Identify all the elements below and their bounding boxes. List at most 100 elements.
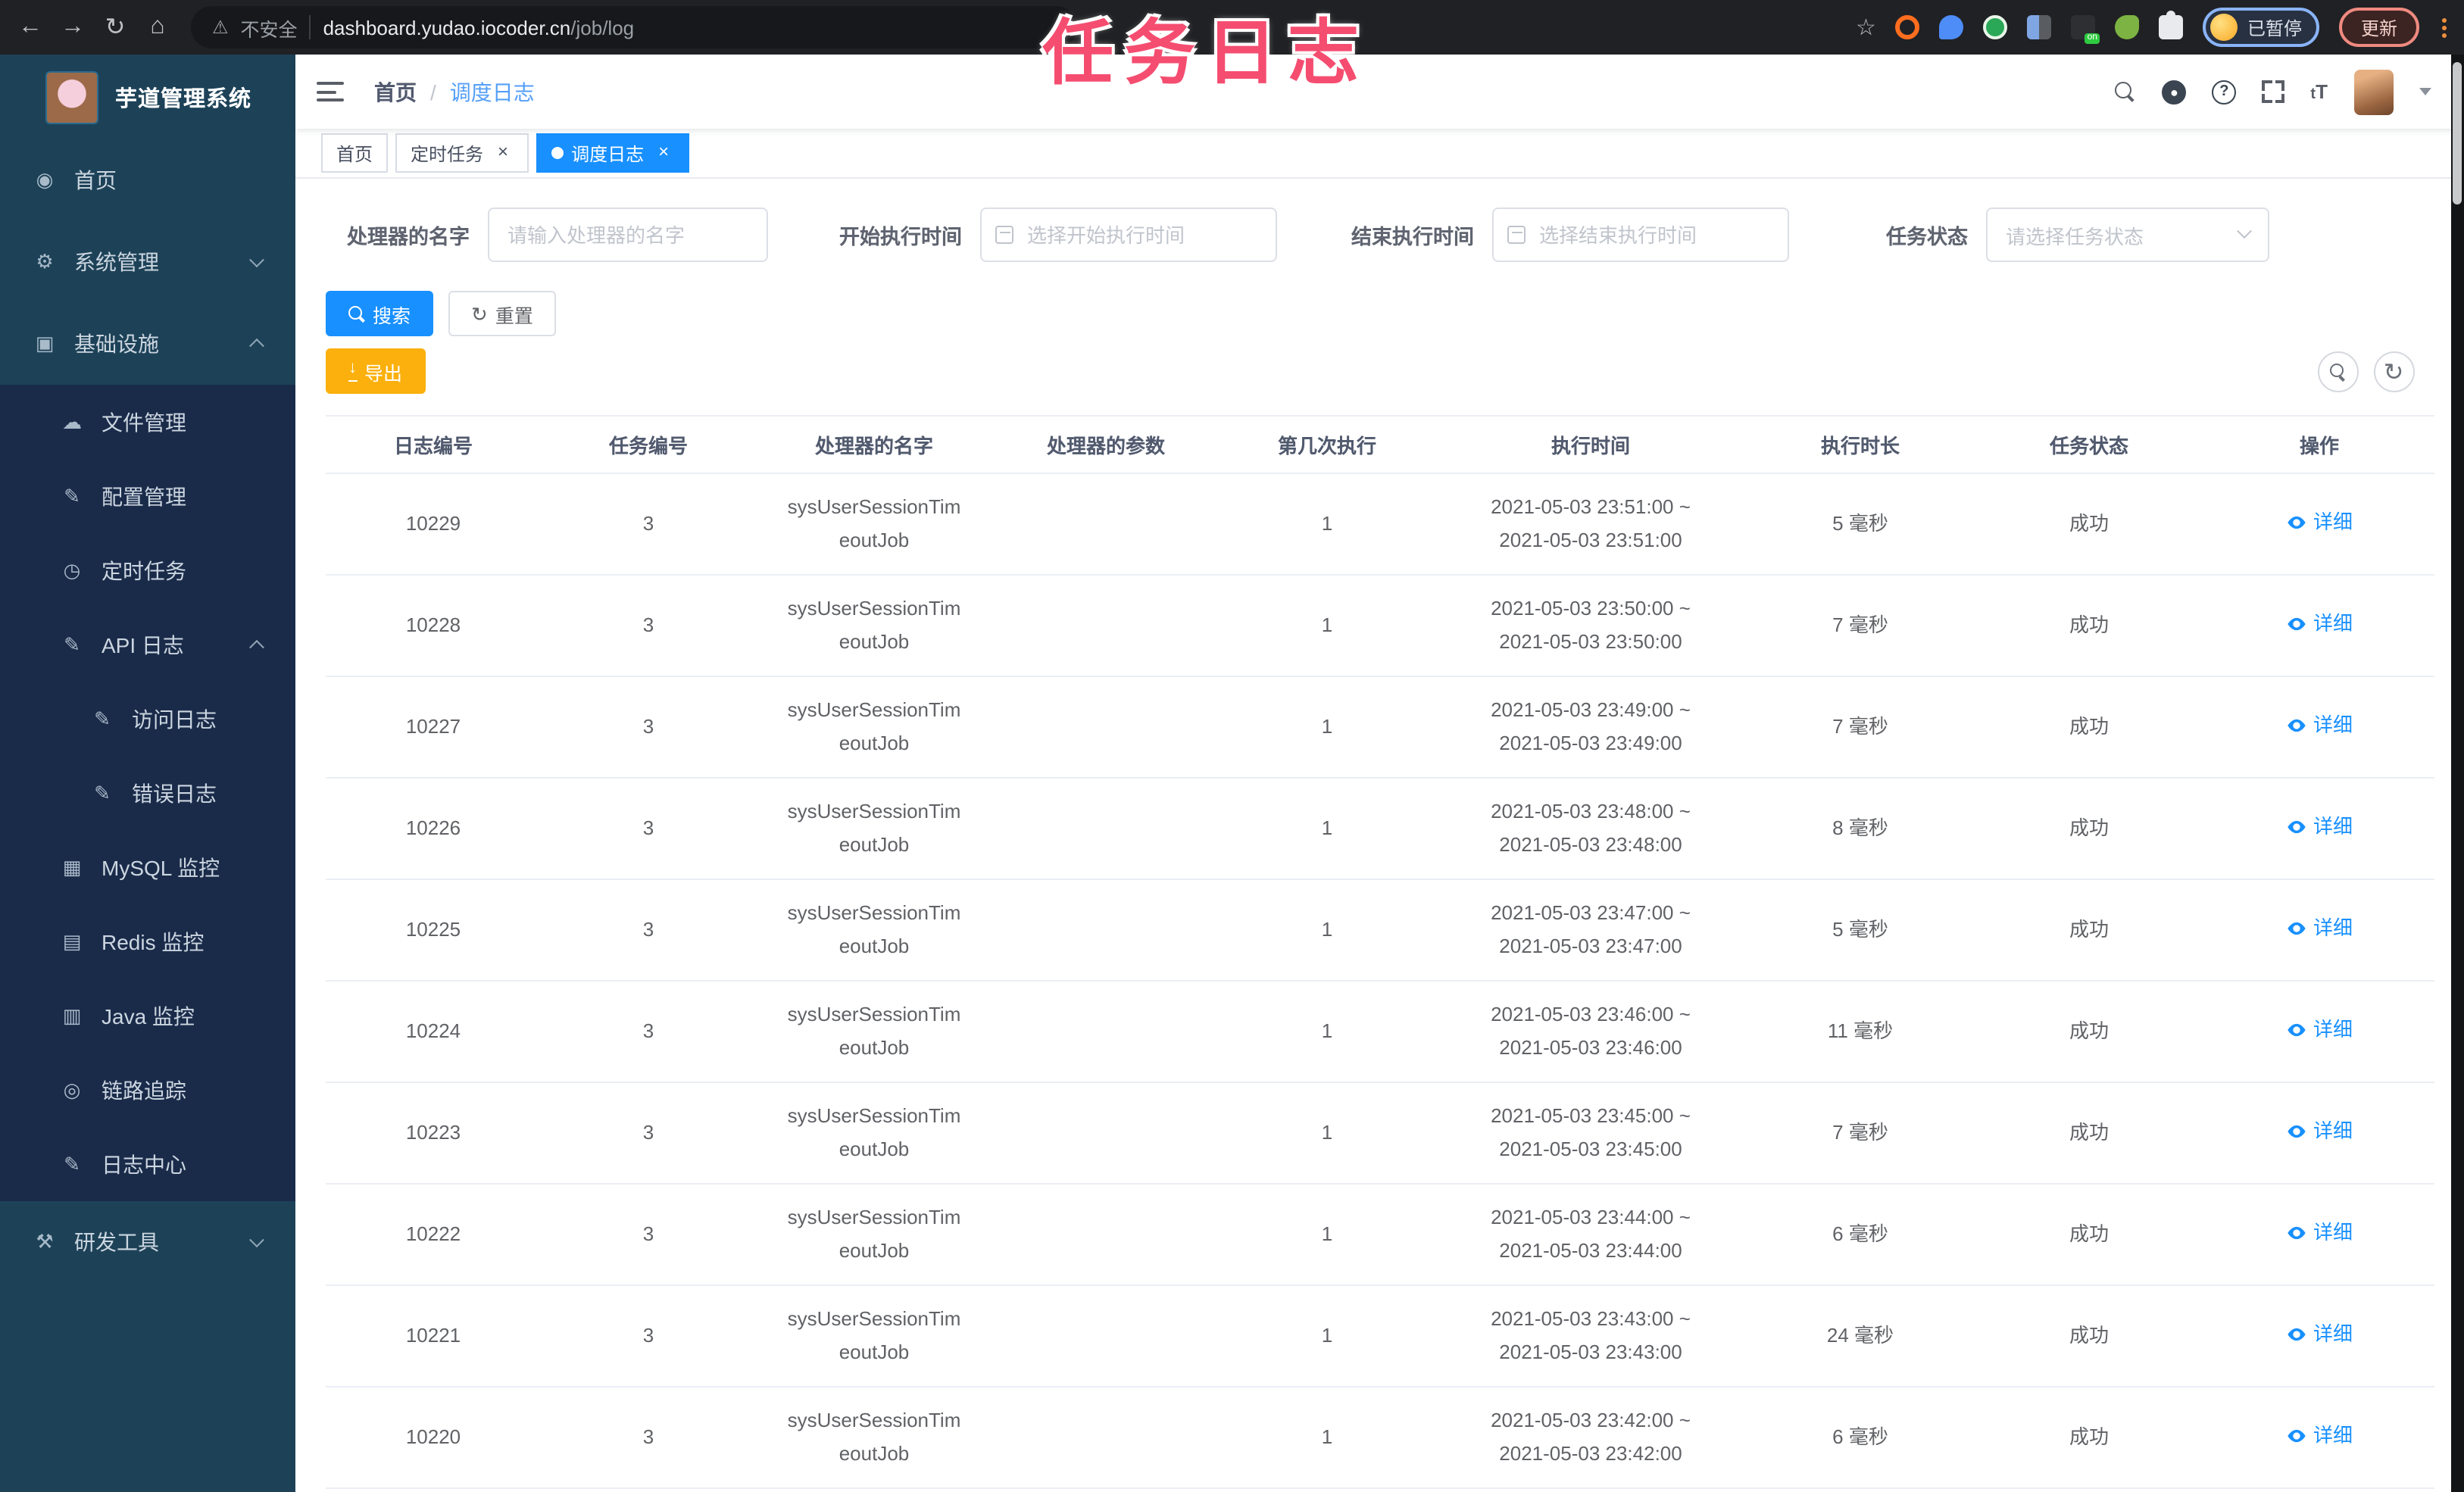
filter-actions: 搜索 ↻ 重置 <box>295 291 2464 336</box>
calendar-icon <box>1507 226 1526 244</box>
scrollbar-track[interactable] <box>2450 55 2464 1492</box>
cell-exec-index: 1 <box>1220 879 1435 982</box>
avatar-caret-icon[interactable] <box>2419 88 2431 95</box>
tab-1[interactable]: 定时任务 × <box>395 133 529 173</box>
monitor-icon: ▣ <box>35 332 55 354</box>
sidebar-item-11[interactable]: ▥ Java 监控 <box>0 979 295 1053</box>
search-icon[interactable] <box>2115 81 2136 102</box>
detail-link-label: 详细 <box>2313 510 2353 533</box>
refresh-icon: ↻ <box>471 302 488 325</box>
cell-actions: 详细 <box>2204 575 2434 677</box>
close-icon[interactable]: × <box>492 142 514 164</box>
detail-link[interactable]: 详细 <box>2286 1115 2353 1148</box>
scrollbar-thumb[interactable] <box>2453 62 2462 204</box>
tab-0[interactable]: 首页 <box>321 133 389 173</box>
sidebar-item-0[interactable]: ◉ 首页 <box>0 139 295 221</box>
sidebar-item-13[interactable]: ✎ 日志中心 <box>0 1127 295 1201</box>
cell-log-id: 10228 <box>326 575 541 677</box>
toolbar-row: ↓ 导出 ↻ <box>295 348 2464 400</box>
end-time-input[interactable] <box>1492 208 1789 262</box>
chrome-menu-icon[interactable] <box>2438 11 2449 43</box>
extensions-puzzle-icon[interactable] <box>2159 11 2184 39</box>
extension-green-circle-icon[interactable] <box>1983 15 2008 39</box>
fullscreen-icon[interactable] <box>2262 80 2285 103</box>
detail-link[interactable]: 详细 <box>2286 709 2353 742</box>
sidebar-item-14[interactable]: ⚒ 研发工具 <box>0 1201 295 1283</box>
tab-2[interactable]: 调度日志 × <box>536 133 690 173</box>
forward-icon[interactable]: → <box>52 6 94 48</box>
cell-log-id: 10224 <box>326 981 541 1083</box>
export-button[interactable]: ↓ 导出 <box>326 348 426 394</box>
cell-task-id: 3 <box>541 473 756 576</box>
sidebar-item-2[interactable]: ▣ 基础设施 <box>0 303 295 385</box>
sidebar-item-6[interactable]: ✎ API 日志 <box>0 607 295 682</box>
page-content: 处理器的名字 开始执行时间 结束执行时间 <box>295 179 2464 1492</box>
toggle-search-button[interactable] <box>2317 351 2358 392</box>
github-icon[interactable]: ● <box>2162 80 2187 104</box>
sidebar-item-9[interactable]: ▦ MySQL 监控 <box>0 830 295 904</box>
back-icon[interactable]: ← <box>9 6 52 48</box>
sidebar-item-8[interactable]: ✎ 错误日志 <box>0 756 295 830</box>
start-time-label: 开始执行时间 <box>839 226 962 248</box>
font-size-icon[interactable]: tT <box>2310 80 2328 103</box>
sidebar-item-3[interactable]: ☁ 文件管理 <box>0 385 295 459</box>
cell-handler: sysUserSessionTim eoutJob <box>756 778 992 880</box>
sidebar: 芋道管理系统 ◉ 首页 ⚙ 系统管理 ▣ 基础设施 ☁ 文件管理 ✎ 配置管理 ◷ 定时任务 ✎ API … <box>0 55 295 1492</box>
end-time-label: 结束执行时间 <box>1351 226 1474 248</box>
filter-handler-name: 处理器的名字 <box>326 208 768 262</box>
search-button[interactable]: 搜索 <box>326 291 434 336</box>
download-icon: ↓ <box>348 360 357 382</box>
detail-link[interactable]: 详细 <box>2286 1318 2353 1351</box>
sidebar-item-10[interactable]: ▤ Redis 监控 <box>0 904 295 979</box>
sidebar-item-5[interactable]: ◷ 定时任务 <box>0 533 295 607</box>
help-icon[interactable]: ? <box>2212 80 2237 104</box>
cell-log-id: 10223 <box>326 1082 541 1185</box>
table-row: 10227 3 sysUserSessionTim eoutJob 1 2021-05-… <box>326 676 2434 779</box>
cell-handler: sysUserSessionTim eoutJob <box>756 981 992 1083</box>
reset-button[interactable]: ↻ 重置 <box>448 291 556 336</box>
active-tab-dot <box>551 147 564 159</box>
cell-param <box>992 575 1220 677</box>
chrome-update-button[interactable]: 更新 <box>2339 8 2419 47</box>
task-status-select[interactable]: 请选择任务状态 <box>1986 208 2269 262</box>
sidebar-item-7[interactable]: ✎ 访问日志 <box>0 682 295 756</box>
detail-link[interactable]: 详细 <box>2286 1216 2353 1250</box>
sidebar-item-label: Java 监控 <box>101 1004 195 1028</box>
edit-square-icon: ✎ <box>64 484 80 507</box>
extension-orange-icon[interactable] <box>1895 15 1920 39</box>
reload-icon[interactable]: ↻ <box>94 6 136 48</box>
job-log-table: 日志编号 任务编号 处理器的名字 处理器的参数 第几次执行 执行时间 执行时长 任务状态 操作 … <box>326 415 2434 1489</box>
start-time-input[interactable] <box>980 208 1277 262</box>
hamburger-icon[interactable] <box>317 79 344 105</box>
address-bar[interactable]: ⚠ 不安全 dashboard.yudao.iocoder.cn/job/log <box>191 6 1077 48</box>
user-avatar[interactable] <box>2353 69 2393 114</box>
profile-sync-paused-button[interactable]: 已暂停 <box>2203 8 2320 47</box>
sidebar-item-1[interactable]: ⚙ 系统管理 <box>0 221 295 303</box>
cell-status: 成功 <box>1974 1285 2204 1387</box>
bookmark-star-icon[interactable]: ☆ <box>1856 14 1876 41</box>
tab-label: 首页 <box>336 143 373 164</box>
home-icon[interactable]: ⌂ <box>136 6 179 48</box>
handler-name-input[interactable] <box>488 208 768 262</box>
cell-actions: 详细 <box>2204 1285 2434 1387</box>
detail-link[interactable]: 详细 <box>2286 607 2353 641</box>
extension-on-badge-icon[interactable] <box>2071 15 2100 44</box>
sidebar-item-12[interactable]: ◎ 链路追踪 <box>0 1053 295 1127</box>
detail-link[interactable]: 详细 <box>2286 506 2353 539</box>
detail-link[interactable]: 详细 <box>2286 912 2353 945</box>
chevron-down-icon <box>2237 223 2252 239</box>
extension-grid-icon[interactable] <box>2027 15 2052 39</box>
refresh-table-button[interactable]: ↻ <box>2373 351 2414 392</box>
toolbox-icon: ⚒ <box>36 1230 54 1253</box>
app-logo[interactable]: 芋道管理系统 <box>0 55 295 139</box>
extension-pin-icon[interactable] <box>1939 15 1964 39</box>
cell-time: 2021-05-03 23:45:00 ~ 2021-05-03 23:45:0… <box>1435 1082 1747 1185</box>
sidebar-item-4[interactable]: ✎ 配置管理 <box>0 459 295 533</box>
detail-link[interactable]: 详细 <box>2286 810 2353 844</box>
extension-leaf-icon[interactable] <box>2115 15 2140 39</box>
table-row: 10229 3 sysUserSessionTim eoutJob 1 2021-05-… <box>326 473 2434 576</box>
detail-link[interactable]: 详细 <box>2286 1013 2353 1047</box>
close-icon[interactable]: × <box>653 142 674 164</box>
detail-link[interactable]: 详细 <box>2286 1419 2353 1453</box>
breadcrumb-home[interactable]: 首页 <box>374 76 417 107</box>
